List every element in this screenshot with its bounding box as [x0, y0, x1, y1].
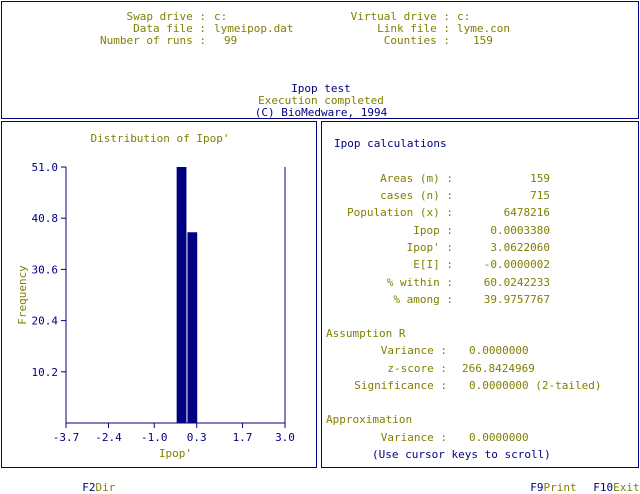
- result-value: 39.9757767: [483, 293, 550, 306]
- result-value: 3.0622060: [490, 241, 550, 254]
- y-tick-label: 40.8: [32, 212, 59, 225]
- results-heading: Ipop calculations: [334, 137, 447, 150]
- result-label: % among :: [393, 293, 453, 306]
- f9-action-label: Print: [543, 481, 577, 494]
- y-tick-label: 51.0: [32, 161, 59, 174]
- f10-key-label: F10: [593, 481, 614, 494]
- result-value: 715: [530, 189, 550, 202]
- assumption-value: 0.0000000 (2-tailed): [469, 379, 602, 392]
- chart-panel: Distribution of Ipop' 51.0 40.8 30.6 20.4 10…: [1, 121, 317, 468]
- result-label: Population (x) :: [347, 206, 453, 219]
- x-tick-label: -3.7: [53, 431, 80, 444]
- result-label: Areas (m) :: [380, 172, 453, 185]
- result-value: 0.0003380: [490, 224, 550, 237]
- assumption-label: Variance :: [380, 344, 447, 357]
- copyright-line: (C) BioMedware, 1994: [254, 106, 388, 119]
- result-label: E[I] :: [413, 258, 453, 271]
- result-label: % within :: [386, 276, 453, 289]
- results-panel: Ipop calculations Areas (m) : 159 cases …: [321, 121, 639, 468]
- x-tick-label: 0.3: [187, 431, 207, 444]
- assumption-value: 266.8424969: [462, 362, 535, 375]
- approximation-value: 0.0000000: [469, 431, 529, 444]
- result-value: 6478216: [503, 206, 550, 219]
- result-value: 60.0242233: [483, 276, 550, 289]
- assumption-heading: Assumption R: [326, 327, 406, 340]
- y-tick-label: 30.6: [32, 263, 59, 276]
- result-label: Ipop :: [413, 224, 453, 237]
- approximation-heading: Approximation: [326, 413, 413, 426]
- counties-label: Counties :: [383, 34, 450, 47]
- histogram-bar: [187, 232, 198, 423]
- x-axis-label: Ipop': [159, 447, 192, 460]
- result-value: -0.0000002: [483, 258, 550, 271]
- assumption-label: z-score :: [387, 362, 447, 375]
- x-tick-label: 1.7: [233, 431, 253, 444]
- assumption-value: 0.0000000: [469, 344, 529, 357]
- counties-value: 159: [473, 34, 493, 47]
- result-label: Ipop' :: [406, 241, 453, 254]
- approximation-label: Variance :: [380, 431, 447, 444]
- runs-label: Number of runs :: [100, 34, 206, 47]
- f2-key-label: F2: [82, 481, 96, 494]
- f10-action-label: Exit: [613, 481, 640, 494]
- histogram-chart: 51.0 40.8 30.6 20.4 10.2 -3.7 -2.4 -1.0 0.3 1.7 3.…: [16, 161, 295, 460]
- y-tick-label: 20.4: [32, 315, 59, 328]
- f10-exit-key[interactable]: F10Exit: [580, 468, 640, 494]
- scroll-hint: (Use cursor keys to scroll): [372, 448, 551, 461]
- histogram-bar: [176, 167, 187, 423]
- f2-dir-key[interactable]: F2Dir: [69, 468, 115, 494]
- f9-key-label: F9: [530, 481, 544, 494]
- result-label: cases (n) :: [380, 189, 453, 202]
- f9-print-key[interactable]: F9Print: [517, 468, 577, 494]
- f2-action-label: Dir: [95, 481, 116, 494]
- assumption-label: Significance :: [354, 379, 447, 392]
- result-value: 159: [530, 172, 550, 185]
- header-panel: Swap drive : c: Virtual drive : c: Data …: [1, 1, 639, 119]
- x-tick-label: 3.0: [275, 431, 295, 444]
- y-axis-label: Frequency: [16, 265, 29, 325]
- y-tick-label: 10.2: [32, 366, 59, 379]
- runs-value: 99: [224, 34, 238, 47]
- x-tick-label: -2.4: [95, 431, 122, 444]
- x-tick-label: -1.0: [141, 431, 168, 444]
